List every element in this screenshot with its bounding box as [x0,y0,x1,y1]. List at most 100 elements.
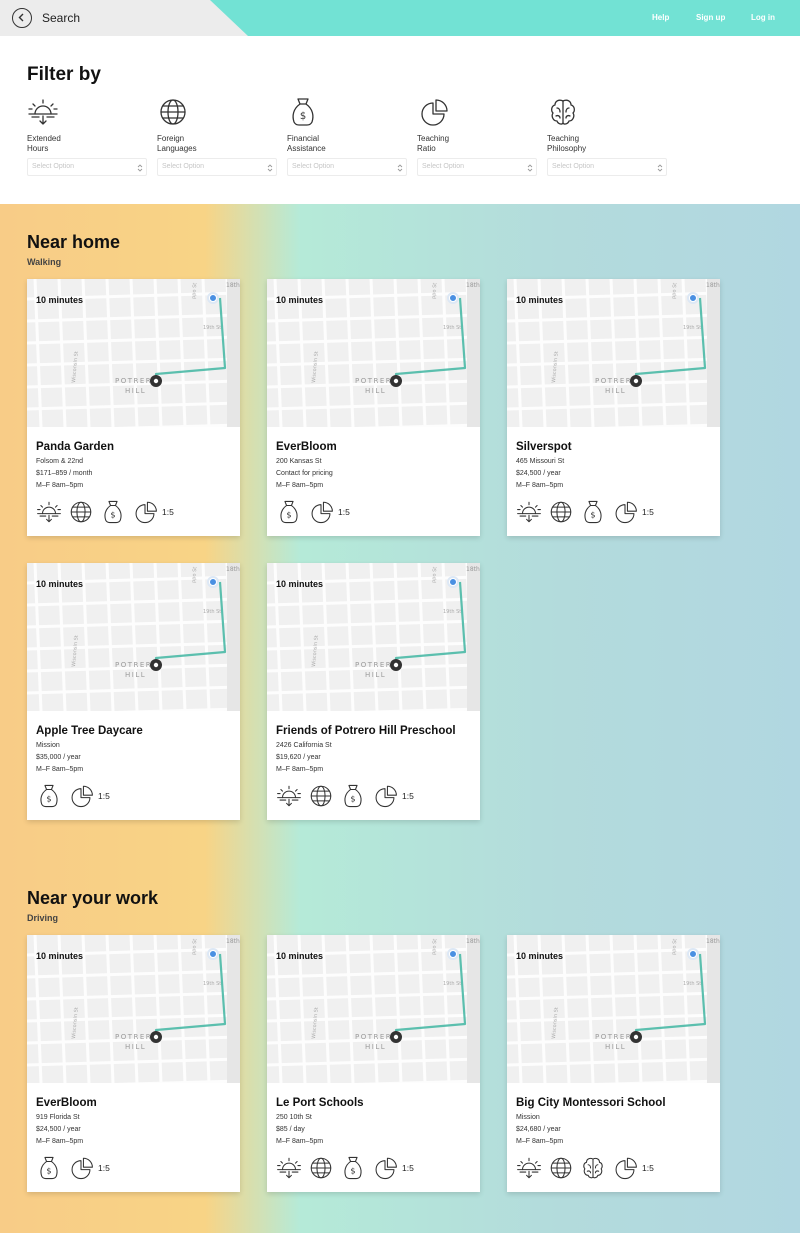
travel-time: 10 minutes [516,295,564,305]
school-card[interactable]: 18th 19th St Wisconsin St ppo St POTRERO… [267,279,480,536]
select-placeholder: Select Option [162,163,205,170]
school-price: $24,500 / year [36,1126,81,1133]
school-hours: M–F 8am–5pm [36,766,84,773]
school-card[interactable]: 18th 19th St Wisconsin St ppo St POTRERO… [267,935,480,1192]
school-name[interactable]: Apple Tree Daycare [36,725,143,737]
school-name[interactable]: EverBloom [276,441,337,453]
pie-chart-icon [417,96,449,128]
map-street-label: 19th St [443,325,461,331]
destination-pin-icon [449,578,457,586]
help-link[interactable]: Help [652,13,669,22]
school-price: $24,500 / year [516,470,561,477]
school-address: Folsom & 22nd [36,458,84,465]
map-street-label: 18th [466,938,480,945]
feature-icons: $1:5 [36,783,110,809]
map-area-label: HILL [125,1043,146,1051]
school-card[interactable]: 18th 19th St Wisconsin St ppo St POTRERO… [27,563,240,820]
log-in-link[interactable]: Log in [751,13,775,22]
svg-text:$: $ [300,111,306,122]
travel-time: 10 minutes [276,295,324,305]
select-arrows-icon [397,164,403,172]
filter-pie-chart: Teaching Ratio Select Option [417,96,547,176]
select-arrows-icon [267,164,273,172]
select-placeholder: Select Option [32,163,75,170]
sunrise-icon [27,96,59,128]
school-card[interactable]: 18th 19th St Wisconsin St ppo St POTRERO… [267,563,480,820]
svg-text:$: $ [286,510,291,520]
money-bag-icon: $ [36,1155,62,1181]
svg-text:$: $ [46,794,51,804]
filter-select[interactable]: Select Option [287,158,407,176]
search-tab[interactable] [0,0,248,36]
destination-pin-icon [449,950,457,958]
svg-text:$: $ [46,1166,51,1176]
school-card[interactable]: 18th 19th St Wisconsin St ppo St POTRERO… [27,935,240,1192]
pie-chart-icon [308,499,334,525]
school-name[interactable]: Silverspot [516,441,572,453]
school-address: 200 Kansas St [276,458,322,465]
money-bag-icon: $ [340,1155,366,1181]
filter-select[interactable]: Select Option [417,158,537,176]
filter-select[interactable]: Select Option [157,158,277,176]
teaching-ratio: 1:5 [162,507,174,517]
teaching-ratio: 1:5 [642,1163,654,1173]
filter-select[interactable]: Select Option [27,158,147,176]
school-price: $24,680 / year [516,1126,561,1133]
school-name[interactable]: Friends of Potrero Hill Preschool [276,725,456,737]
pie-chart-icon [68,783,94,809]
school-hours: M–F 8am–5pm [36,1138,84,1145]
school-address: 250 10th St [276,1114,312,1121]
school-name[interactable]: Big City Montessori School [516,1097,666,1109]
filter-sunrise: Extended Hours Select Option [27,96,157,176]
sunrise-icon [276,783,302,809]
school-card[interactable]: 18th 19th St Wisconsin St ppo St POTRERO… [27,279,240,536]
map-street-label: 19th St [683,981,701,987]
travel-time: 10 minutes [36,579,84,589]
teaching-ratio: 1:5 [338,507,350,517]
top-bar: Search Help Sign up Log in [0,0,800,36]
map-area-label: HILL [365,671,386,679]
feature-icons: $1:5 [36,499,174,525]
teaching-ratio: 1:5 [402,1163,414,1173]
sunrise-icon [36,499,62,525]
map-area-label: HILL [605,1043,626,1051]
search-label[interactable]: Search [42,11,80,25]
school-hours: M–F 8am–5pm [276,1138,324,1145]
filter-label: Financial Assistance [287,134,326,153]
globe-icon [68,499,94,525]
sunrise-icon [276,1155,302,1181]
filter-section: Filter by Extended Hours Select Option F… [0,36,800,204]
map-street-label: 19th St [203,609,221,615]
select-placeholder: Select Option [292,163,335,170]
school-card[interactable]: 18th 19th St Wisconsin St ppo St POTRERO… [507,935,720,1192]
section-title-near-home: Near home [27,232,121,252]
school-hours: M–F 8am–5pm [276,766,324,773]
travel-time: 10 minutes [516,951,564,961]
school-hours: M–F 8am–5pm [516,1138,564,1145]
sunrise-icon [516,499,542,525]
money-bag-icon: $ [340,783,366,809]
school-name[interactable]: Panda Garden [36,441,114,453]
back-button[interactable] [12,8,32,28]
teaching-ratio: 1:5 [98,1163,110,1173]
filter-money-bag: $ Financial Assistance Select Option [287,96,417,176]
school-card[interactable]: 18th 19th St Wisconsin St ppo St POTRERO… [507,279,720,536]
globe-icon [548,499,574,525]
teaching-ratio: 1:5 [642,507,654,517]
feature-icons: $1:5 [276,499,350,525]
select-placeholder: Select Option [552,163,595,170]
map-area-label: HILL [125,671,146,679]
select-arrows-icon [657,164,663,172]
school-name[interactable]: EverBloom [36,1097,97,1109]
filter-select[interactable]: Select Option [547,158,667,176]
select-placeholder: Select Option [422,163,465,170]
sign-up-link[interactable]: Sign up [696,13,725,22]
destination-pin-icon [449,294,457,302]
results-area: Near home Walking Near your work Driving… [0,204,800,1233]
feature-icons: $1:5 [36,1155,110,1181]
map-street-label: 18th [706,938,720,945]
teaching-ratio: 1:5 [402,791,414,801]
school-name[interactable]: Le Port Schools [276,1097,364,1109]
school-address: 2426 California St [276,742,332,749]
school-price: Contact for pricing [276,470,333,477]
